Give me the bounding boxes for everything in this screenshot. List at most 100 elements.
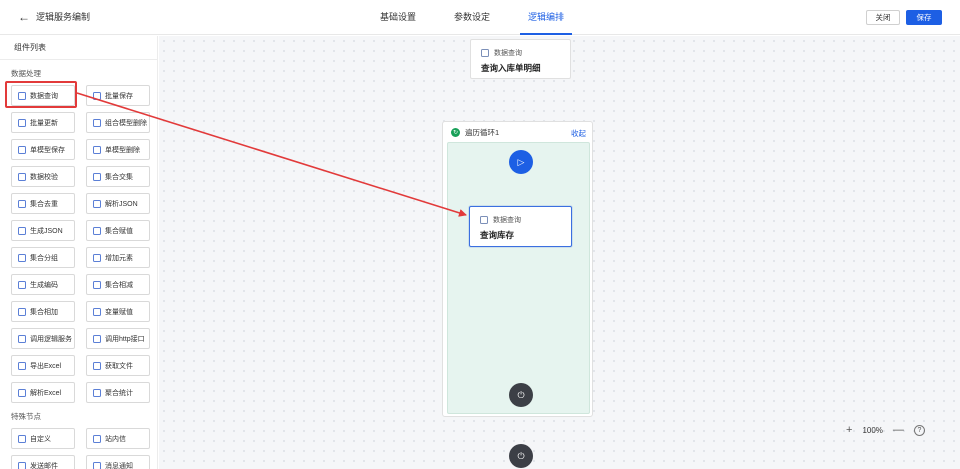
component-item[interactable]: 消息通知 <box>86 455 150 469</box>
data-query-icon <box>480 216 488 224</box>
tab-bar: 基础设置 参数设定 逻辑编排 <box>380 0 602 35</box>
component-item[interactable]: 解析JSON <box>86 193 150 214</box>
component-item[interactable]: 发送邮件 <box>11 455 75 469</box>
add-element-icon <box>93 253 101 262</box>
component-item[interactable]: 自定义 <box>11 428 75 449</box>
component-panel-title: 组件列表 <box>0 36 157 60</box>
component-label: 解析JSON <box>105 200 138 208</box>
delete-icon <box>93 118 101 127</box>
loop-collapse-link[interactable]: 收起 <box>571 128 586 139</box>
loop-title: 遍历循环1 <box>465 128 500 137</box>
export-icon <box>18 361 26 370</box>
loop-end-button[interactable]: ⏻ <box>509 383 533 407</box>
close-button[interactable]: 关闭 <box>866 10 900 25</box>
component-item[interactable]: 生成编码 <box>11 274 75 295</box>
power-icon: ⏻ <box>517 389 525 400</box>
component-label: 集合赋值 <box>105 227 133 235</box>
variable-icon <box>93 307 101 316</box>
component-item[interactable]: 获取文件 <box>86 355 150 376</box>
loop-header: ↻ 遍历循环1 <box>451 127 499 138</box>
excel-icon <box>18 388 26 397</box>
component-item[interactable]: 数据查询 <box>11 85 75 106</box>
batch-save-icon <box>93 91 101 100</box>
component-item[interactable]: 批量更新 <box>11 112 75 133</box>
component-label: 调用http接口 <box>105 335 145 343</box>
component-label: 增加元素 <box>105 254 133 262</box>
node-type: 数据查询 <box>481 48 522 58</box>
component-label: 解析Excel <box>30 389 62 397</box>
delete-icon <box>93 145 101 154</box>
component-item[interactable]: 变量赋值 <box>86 301 150 322</box>
node-name: 查询库存 <box>480 230 515 240</box>
node-inner-query[interactable]: 数据查询 查询库存 <box>469 206 572 247</box>
component-panel: 组件列表 数据处理 数据查询 批量保存 批量更新 组合模型删除 单模型保存 单模型删除 数据… <box>0 36 158 469</box>
zoom-out-button[interactable]: — <box>893 424 904 436</box>
component-item[interactable]: 单模型保存 <box>11 139 75 160</box>
component-grid-data-processing: 数据查询 批量保存批量更新 组合模型删除单模型保存 单模型删除数据校验 集合交集 集合去重… <box>0 85 157 403</box>
component-icon <box>93 461 101 469</box>
data-query-icon <box>481 49 489 57</box>
node-type: 数据查询 <box>480 215 521 225</box>
check-icon <box>18 172 26 181</box>
component-item[interactable]: 增加元素 <box>86 247 150 268</box>
top-bar: ← 逻辑服务编制 基础设置 参数设定 逻辑编排 关闭 保存 <box>0 0 960 35</box>
component-item[interactable]: 数据校验 <box>11 166 75 187</box>
component-label: 批量更新 <box>30 119 58 127</box>
node-top-query[interactable]: 数据查询 查询入库单明细 <box>470 39 571 79</box>
loop-icon: ↻ <box>451 128 460 137</box>
component-item[interactable]: 单模型删除 <box>86 139 150 160</box>
aggregate-icon <box>93 388 101 397</box>
component-label: 单模型删除 <box>105 146 140 154</box>
component-label: 调用逻辑服务 <box>30 335 72 343</box>
page-title: 逻辑服务编制 <box>36 12 91 22</box>
component-item[interactable]: 组合模型删除 <box>86 112 150 133</box>
power-icon: ⏻ <box>517 450 525 461</box>
component-item[interactable]: 解析Excel <box>11 382 75 403</box>
add-icon <box>18 307 26 316</box>
component-label: 自定义 <box>30 435 51 443</box>
node-type-label: 数据查询 <box>493 217 521 224</box>
batch-update-icon <box>18 118 26 127</box>
tab-parameter-settings[interactable]: 参数设定 <box>454 0 490 35</box>
tab-basic-settings[interactable]: 基础设置 <box>380 0 416 35</box>
help-icon[interactable]: ? <box>913 424 925 436</box>
loop-body[interactable] <box>447 142 590 414</box>
save-button[interactable]: 保存 <box>906 10 942 25</box>
component-item[interactable]: 集合去重 <box>11 193 75 214</box>
component-item[interactable]: 站内信 <box>86 428 150 449</box>
section-title-data-processing: 数据处理 <box>11 69 41 78</box>
subtract-icon <box>93 280 101 289</box>
tab-logic-orchestration[interactable]: 逻辑编排 <box>520 0 573 35</box>
group-icon <box>18 253 26 262</box>
component-item[interactable]: 集合相加 <box>11 301 75 322</box>
component-item[interactable]: 集合分组 <box>11 247 75 268</box>
component-item[interactable]: 批量保存 <box>86 85 150 106</box>
component-icon <box>93 434 101 443</box>
code-icon <box>18 280 26 289</box>
component-label: 数据查询 <box>30 92 58 100</box>
component-label: 生成JSON <box>30 227 63 235</box>
dedupe-icon <box>18 199 26 208</box>
component-item[interactable]: 集合交集 <box>86 166 150 187</box>
component-label: 集合分组 <box>30 254 58 262</box>
flow-end-button[interactable]: ⏻ <box>509 444 533 468</box>
component-item[interactable]: 生成JSON <box>11 220 75 241</box>
zoom-in-button[interactable]: + <box>846 424 852 436</box>
component-item[interactable]: 导出Excel <box>11 355 75 376</box>
component-item[interactable]: 集合赋值 <box>86 220 150 241</box>
component-label: 单模型保存 <box>30 146 65 154</box>
loop-start-button[interactable]: ▷ <box>509 150 533 174</box>
component-item[interactable]: 调用逻辑服务 <box>11 328 75 349</box>
component-grid-special-nodes: 自定义 站内信发送邮件 消息通知 <box>0 428 157 469</box>
component-item[interactable]: 调用http接口 <box>86 328 150 349</box>
component-label: 发送邮件 <box>30 462 58 469</box>
json-icon <box>93 199 101 208</box>
zoom-level: 100% <box>862 425 883 435</box>
back-button[interactable]: ← 逻辑服务编制 <box>18 10 90 23</box>
json-icon <box>18 226 26 235</box>
component-item[interactable]: 聚合统计 <box>86 382 150 403</box>
component-item[interactable]: 集合相减 <box>86 274 150 295</box>
component-icon <box>18 434 26 443</box>
data-query-icon <box>18 91 26 100</box>
component-label: 导出Excel <box>30 362 62 370</box>
